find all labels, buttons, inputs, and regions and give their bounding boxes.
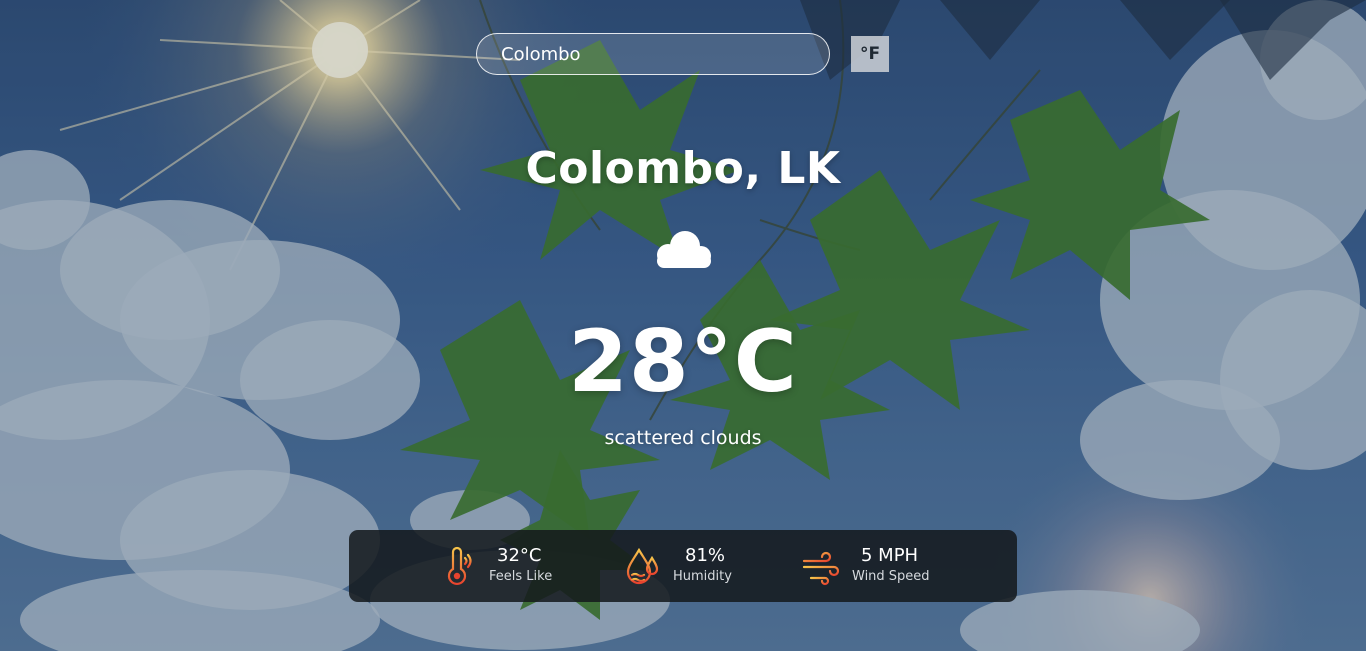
humidity-label: Humidity — [673, 569, 732, 584]
stat-humidity: 81% Humidity — [623, 530, 743, 602]
humidity-value: 81% — [685, 545, 726, 566]
stat-wind-speed: 5 MPH Wind Speed — [801, 530, 941, 602]
weather-app: °F Colombo, LK 28°C scattered clouds — [0, 0, 1366, 651]
stat-feels-like: 32°C Feels Like — [437, 530, 567, 602]
wind-speed-value: 5 MPH — [861, 545, 919, 566]
search-input[interactable] — [477, 34, 829, 74]
humidity-drop-icon — [626, 547, 659, 585]
feels-like-label: Feels Like — [489, 569, 553, 584]
weather-stats-bar: 32°C Feels Like 81% Humidity 5 MPH Wind … — [349, 530, 1017, 602]
wind-icon — [802, 551, 840, 586]
thermometer-icon — [443, 546, 472, 586]
wind-speed-label: Wind Speed — [852, 569, 930, 584]
feels-like-value: 32°C — [497, 545, 542, 566]
unit-toggle-button[interactable]: °F — [851, 36, 889, 72]
current-temperature: 28°C — [568, 312, 798, 412]
location-title: Colombo, LK — [525, 143, 841, 194]
weather-description: scattered clouds — [604, 427, 762, 449]
search-box — [476, 33, 830, 75]
cloud-icon — [657, 231, 711, 268]
